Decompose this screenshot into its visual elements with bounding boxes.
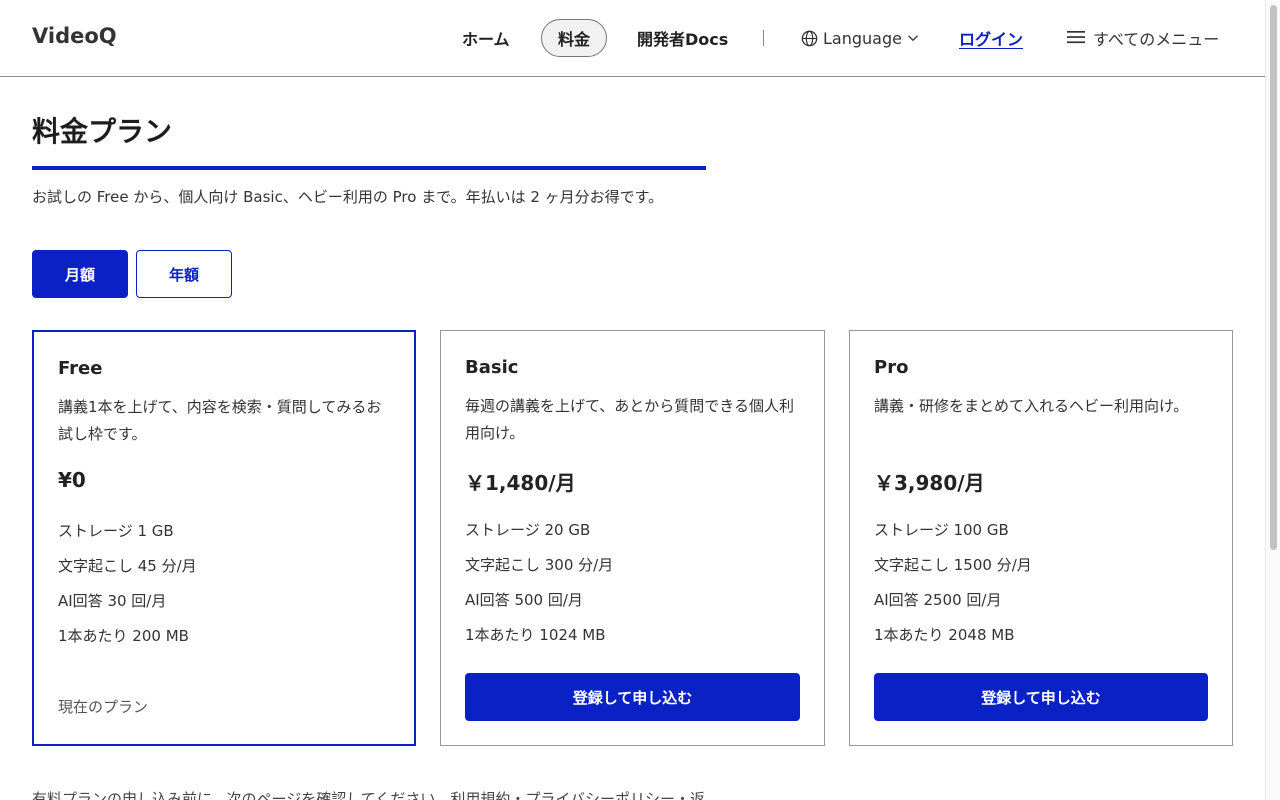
title-underline [32, 166, 706, 170]
feature-item: 文字起こし 300 分/月 [465, 556, 614, 574]
plan-features: ストレージ 1 GB 文字起こし 45 分/月 AI回答 30 回/月 1本あた… [58, 520, 390, 660]
plan-card-basic: Basic 毎週の講義を上げて、あとから質問できる個人利用向け。 ￥1,480/… [440, 330, 825, 746]
plan-description: 毎週の講義を上げて、あとから質問できる個人利用向け。 [465, 397, 794, 442]
language-label: Language [823, 28, 902, 48]
plan-name: Pro [874, 357, 909, 378]
menu-label: すべてのメニュー [1093, 30, 1220, 49]
chevron-down-icon [907, 32, 919, 44]
plan-card-pro: Pro 講義・研修をまとめて入れるヘビー利用向け。 ￥3,980/月 ストレージ… [849, 330, 1233, 746]
globe-icon [801, 30, 818, 47]
plan-price: ¥0 [58, 468, 86, 492]
scrollbar[interactable] [1265, 0, 1280, 800]
logo[interactable]: VideoQ [32, 24, 117, 48]
hamburger-icon [1067, 29, 1085, 48]
feature-item: AI回答 500 回/月 [465, 591, 583, 609]
page-title: 料金プラン [32, 115, 173, 148]
feature-item: ストレージ 20 GB [465, 521, 591, 539]
nav-pricing[interactable]: 料金 [541, 19, 607, 57]
plan-price: ￥3,980/月 [874, 471, 985, 495]
feature-item: ストレージ 1 GB [58, 522, 174, 540]
feature-item: 1本あたり 1024 MB [465, 626, 606, 644]
nav-docs[interactable]: 開発者Docs [637, 19, 728, 57]
feature-item: AI回答 2500 回/月 [874, 591, 1002, 609]
nav-divider [763, 30, 764, 46]
feature-item: AI回答 30 回/月 [58, 592, 167, 610]
nav-home[interactable]: ホーム [462, 19, 510, 57]
plan-name: Basic [465, 357, 519, 378]
feature-item: ストレージ 100 GB [874, 521, 1009, 539]
plan-features: ストレージ 100 GB 文字起こし 1500 分/月 AI回答 2500 回/… [874, 519, 1208, 659]
billing-monthly-button[interactable]: 月額 [32, 250, 128, 298]
page-lead: お試しの Free から、個人向け Basic、ヘビー利用の Pro まで。年払… [32, 188, 664, 206]
footnote-text: 有料プランの申し込み前に、次のページを確認してください。利用規約・プライバシーポ… [32, 790, 706, 800]
site-header: VideoQ ホーム 料金 開発者Docs Language ログイン すべての… [0, 0, 1265, 77]
subscribe-pro-button[interactable]: 登録して申し込む [874, 673, 1208, 721]
all-menu-button[interactable]: すべてのメニュー [1067, 19, 1219, 57]
login-link[interactable]: ログイン [959, 19, 1023, 57]
feature-item: 1本あたり 2048 MB [874, 626, 1015, 644]
billing-yearly-button[interactable]: 年額 [136, 250, 232, 298]
scrollbar-thumb[interactable] [1270, 5, 1277, 550]
subscribe-basic-button[interactable]: 登録して申し込む [465, 673, 800, 721]
plan-description: 講義・研修をまとめて入れるヘビー利用向け。 [874, 397, 1189, 415]
plan-price: ￥1,480/月 [465, 471, 576, 495]
plan-features: ストレージ 20 GB 文字起こし 300 分/月 AI回答 500 回/月 1… [465, 519, 800, 659]
plan-card-free: Free 講義1本を上げて、内容を検索・質問してみるお試し枠です。 ¥0 ストレ… [32, 330, 416, 746]
plan-name: Free [58, 358, 103, 379]
feature-item: 文字起こし 1500 分/月 [874, 556, 1032, 574]
feature-item: 1本あたり 200 MB [58, 627, 189, 645]
current-plan-label: 現在のプラン [58, 698, 149, 716]
feature-item: 文字起こし 45 分/月 [58, 557, 197, 575]
plan-description: 講義1本を上げて、内容を検索・質問してみるお試し枠です。 [58, 398, 382, 443]
language-selector[interactable]: Language [801, 19, 919, 57]
